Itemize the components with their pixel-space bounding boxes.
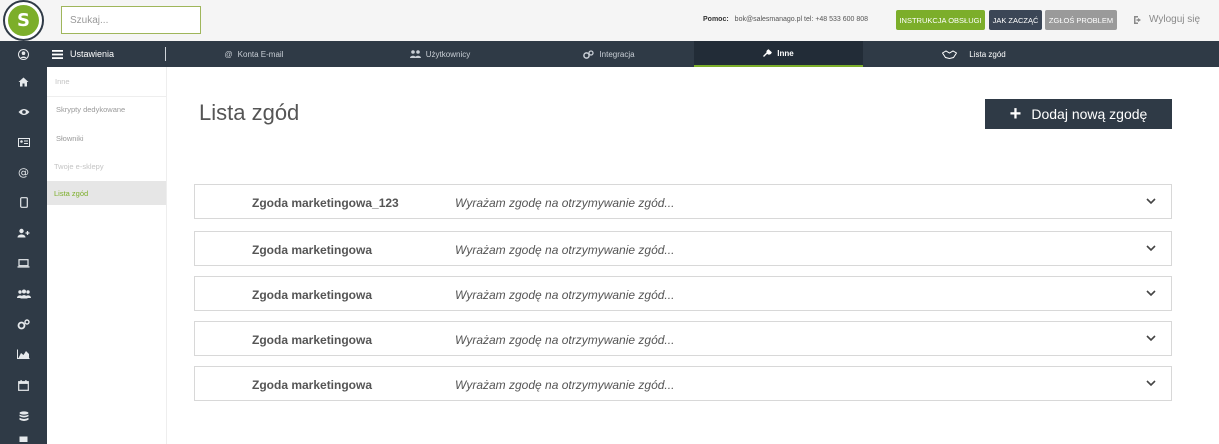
tab-email-accounts[interactable]: @ Konta E-mail — [166, 41, 342, 67]
contact-card-icon[interactable] — [0, 132, 47, 152]
calendar-icon[interactable] — [0, 375, 47, 395]
area-chart-icon[interactable] — [0, 344, 47, 364]
consent-description: Wyrażam zgodę na otrzymywanie zgód... — [455, 333, 675, 347]
chevron-down-icon[interactable] — [1145, 287, 1157, 299]
consent-name: Zgoda marketingowa — [252, 378, 373, 392]
logout-icon — [1134, 15, 1141, 24]
cogs-icon[interactable] — [0, 314, 47, 334]
tab-label: Lista zgód — [969, 49, 1006, 59]
logout-label: Wyloguj się — [1149, 14, 1201, 25]
logout-link[interactable]: Wyloguj się — [1133, 14, 1200, 25]
search-input[interactable] — [61, 6, 201, 34]
consent-description: Wyrażam zgodę na otrzymywanie zgód... — [455, 243, 675, 257]
subnav-item-custom-scripts[interactable]: Skrypty dedykowane — [47, 96, 166, 122]
tab-label: Konta E-mail — [237, 49, 284, 59]
wrench-icon — [763, 48, 773, 57]
handshake-icon — [942, 49, 958, 59]
chevron-down-icon[interactable] — [1145, 332, 1157, 344]
consent-name: Zgoda marketingowa_123 — [252, 196, 399, 210]
subnav-header-other: Inne — [55, 76, 70, 86]
consent-row[interactable]: Zgoda marketingowa Wyrażam zgodę na otrz… — [194, 321, 1172, 356]
manual-button[interactable]: INSTRUKCJA OBSŁUGI — [896, 10, 985, 30]
consent-row[interactable]: Zgoda marketingowa Wyrażam zgodę na otrz… — [194, 276, 1172, 311]
add-consent-label: Dodaj nową zgodę — [1031, 106, 1148, 122]
home-icon[interactable] — [0, 72, 47, 92]
consent-name: Zgoda marketingowa — [252, 243, 373, 257]
consent-row[interactable]: Zgoda marketingowa Wyrażam zgodę na otrz… — [194, 231, 1172, 266]
logo-letter: S — [8, 5, 39, 36]
settings-navbar: Ustawienia @ Konta E-mail Użytkownicy In… — [0, 41, 1219, 67]
consent-description: Wyrażam zgodę na otrzymywanie zgód... — [455, 196, 675, 210]
subnav-header-eshops: Twoje e-sklepy — [54, 161, 104, 171]
email-at-icon[interactable]: @ — [0, 162, 47, 182]
tab-users[interactable]: Użytkownicy — [352, 41, 528, 67]
tab-label: Użytkownicy — [425, 49, 471, 59]
plus-icon: + — [1009, 103, 1022, 125]
gears-icon — [583, 49, 595, 59]
more-icon[interactable] — [0, 433, 47, 444]
app-logo[interactable]: S — [3, 0, 44, 41]
help-contact: bok@salesmanago.pl tel: +48 533 600 808 — [734, 16, 869, 23]
eye-icon[interactable] — [0, 102, 47, 122]
consent-row[interactable]: Zgoda marketingowa_123 Wyrażam zgodę na … — [194, 184, 1172, 219]
consent-name: Zgoda marketingowa — [252, 288, 373, 302]
users-icon — [409, 50, 421, 58]
help-info: Pomoc: bok@salesmanago.pl tel: +48 533 60… — [703, 16, 868, 23]
consent-name: Zgoda marketingowa — [252, 333, 373, 347]
subnav-item-consent-list[interactable]: Lista zgód — [47, 181, 166, 205]
settings-label: Ustawienia — [70, 49, 115, 59]
hamburger-icon — [52, 49, 63, 59]
getting-started-button[interactable]: JAK ZACZĄĆ — [989, 10, 1042, 30]
consent-row[interactable]: Zgoda marketingowa Wyrażam zgodę na otrz… — [194, 366, 1172, 401]
consent-description: Wyrażam zgodę na otrzymywanie zgód... — [455, 378, 675, 392]
tab-label: Inne — [777, 48, 794, 58]
mobile-icon[interactable] — [0, 192, 47, 212]
add-consent-button[interactable]: + Dodaj nową zgodę — [985, 99, 1172, 129]
help-label: Pomoc: — [703, 16, 729, 23]
tab-other[interactable]: Inne — [694, 41, 863, 67]
add-user-icon[interactable] — [0, 223, 47, 243]
tab-label: Integracja — [599, 49, 635, 59]
tab-integration[interactable]: Integracja — [521, 41, 697, 67]
tab-consent-list[interactable]: Lista zgód — [880, 41, 1068, 67]
profile-icon[interactable] — [0, 44, 47, 64]
consent-description: Wyrażam zgodę na otrzymywanie zgód... — [455, 288, 675, 302]
chevron-down-icon[interactable] — [1145, 377, 1157, 389]
main-icon-rail: @ — [0, 41, 47, 444]
chevron-down-icon[interactable] — [1145, 195, 1157, 207]
settings-subnav: Inne Skrypty dedykowane Słowniki Twoje e… — [47, 67, 167, 444]
database-icon[interactable] — [0, 406, 47, 426]
group-icon[interactable] — [0, 284, 47, 304]
page-title: Lista zgód — [199, 100, 300, 125]
subnav-item-dictionaries[interactable]: Słowniki — [47, 128, 166, 148]
top-bar: S Pomoc: bok@salesmanago.pl tel: +48 533 … — [0, 0, 1219, 41]
chevron-down-icon[interactable] — [1145, 242, 1157, 254]
at-icon: @ — [224, 49, 233, 59]
laptop-icon[interactable] — [0, 253, 47, 273]
report-problem-button[interactable]: ZGŁOŚ PROBLEM — [1045, 10, 1117, 30]
settings-menu-toggle[interactable]: Ustawienia — [52, 41, 114, 67]
